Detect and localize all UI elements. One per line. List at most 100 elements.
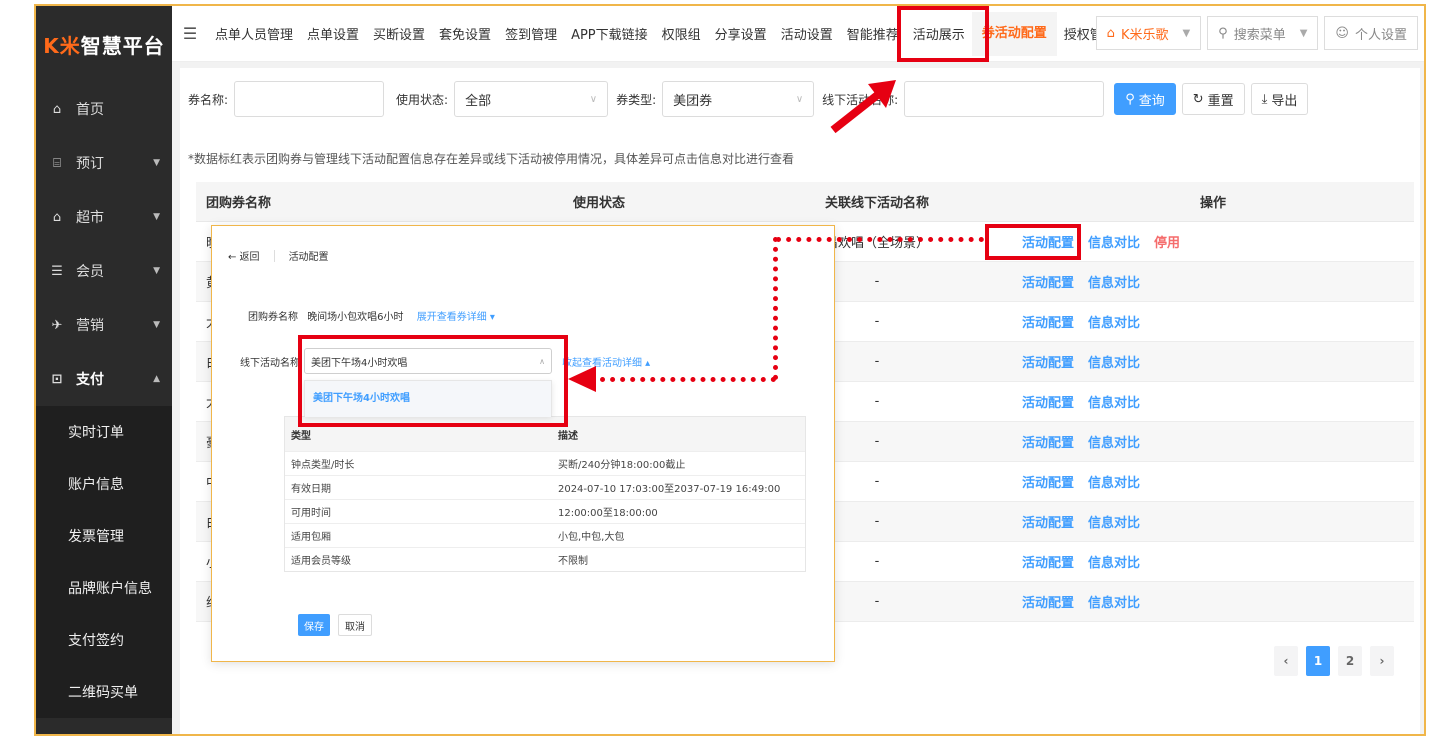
sidebar-subitem[interactable]: 实时订单 (36, 406, 172, 458)
dialog-title: 活动配置 (288, 252, 329, 263)
nav-link[interactable]: 套免设置 (432, 24, 498, 43)
activity-config-link[interactable]: 活动配置 (1022, 316, 1074, 331)
info-compare-link[interactable]: 信息对比 (1088, 396, 1140, 411)
status-select[interactable]: 全部 ∨ (454, 81, 609, 117)
nav-link[interactable]: 买断设置 (366, 24, 432, 43)
sidebar-subitem[interactable]: 二维码买单 (36, 666, 172, 718)
info-compare-link[interactable]: 信息对比 (1088, 476, 1140, 491)
back-link[interactable]: ← 返回 (228, 248, 260, 263)
detail-row: 有效日期 2024-07-10 17:03:00至2037-07-19 16:49… (285, 475, 805, 499)
header-actions: 操作 (1199, 196, 1226, 211)
coupon-type-select[interactable]: 美团券 ∨ (662, 81, 815, 117)
search-icon: ⚲ (1218, 25, 1228, 41)
nav-link[interactable]: 活动展示 (906, 24, 972, 43)
screen: K米 智慧平台 ⌂ 首页 ⌸ 预订 ▼ ⌂ 超市 ▼ ☰ 会员 ▼ ✈ 营销 ▼ ⊡ 支付 ▲ 实时订单 账户信息发… (0, 0, 1456, 744)
nav-link[interactable]: 点单设置 (300, 24, 366, 43)
nav-link[interactable]: APP下载链接 (564, 24, 655, 43)
sidebar-item[interactable]: ☰ 会员 ▼ (36, 244, 172, 298)
sidebar-subitem[interactable]: 品牌账户信息 (36, 562, 172, 614)
activity-config-link[interactable]: 活动配置 (1022, 516, 1074, 531)
refresh-icon: ↻ (1192, 91, 1204, 107)
detail-type: 有效日期 (291, 484, 331, 495)
nav-link[interactable]: 分享设置 (708, 24, 774, 43)
query-button[interactable]: ⚲ 查询 (1114, 83, 1176, 115)
activity-config-link[interactable]: 活动配置 (1022, 356, 1074, 371)
search-menu[interactable]: ⚲ 搜索菜单 ▼ (1207, 16, 1319, 50)
cart-icon: ⌂ (52, 209, 62, 225)
dotted-connector-vertical (773, 237, 778, 380)
page-2-button[interactable]: 2 (1338, 646, 1362, 676)
detail-row: 适用包厢 小包,中包,大包 (285, 523, 805, 547)
sidebar-subitem[interactable]: 发票管理 (36, 510, 172, 562)
sidebar-item[interactable]: ✈ 营销 ▼ (36, 298, 172, 352)
coupon-type-label: 券类型: (616, 92, 657, 107)
header-status: 使用状态 (572, 196, 625, 211)
status-label: 使用状态: (396, 92, 449, 107)
chevron-icon: ▼ (153, 158, 160, 168)
user-icon: ☺ (1335, 25, 1349, 41)
cell-actions: 活动配置 信息对比 停用 (1012, 232, 1414, 251)
home-icon: ⌂ (52, 101, 62, 117)
info-compare-link[interactable]: 信息对比 (1088, 276, 1140, 291)
sidebar-item[interactable]: ⌂ 超市 ▼ (36, 190, 172, 244)
sidebar-subitem[interactable]: 支付签约 (36, 614, 172, 666)
cell-actions: 活动配置 信息对比 (1012, 352, 1414, 371)
menu-toggle-icon[interactable]: ☰ (172, 24, 208, 43)
sidebar-subitem[interactable]: 账户信息 (36, 458, 172, 510)
logo-mark: K米 (43, 33, 81, 58)
caret-down-icon: ▼ (1182, 27, 1191, 39)
activity-name-input[interactable] (904, 81, 1105, 117)
save-button[interactable]: 保存 (298, 614, 330, 636)
detail-type: 适用包厢 (291, 532, 331, 543)
nav-link[interactable]: 点单人员管理 (208, 24, 300, 43)
info-compare-link[interactable]: 信息对比 (1088, 556, 1140, 571)
nav-link[interactable]: 权限组 (655, 24, 708, 43)
nav-link[interactable]: 智能推荐 (840, 24, 906, 43)
sidebar-item-label: 支付 (76, 372, 104, 388)
activity-config-link[interactable]: 活动配置 (1022, 236, 1074, 251)
info-compare-link[interactable]: 信息对比 (1088, 516, 1140, 531)
info-compare-link[interactable]: 信息对比 (1088, 436, 1140, 451)
store-selector[interactable]: ⌂ K米乐歌 ▼ (1095, 16, 1202, 50)
sidebar-item[interactable]: ⌂ 首页 (36, 82, 172, 136)
info-compare-link[interactable]: 信息对比 (1088, 596, 1140, 611)
info-compare-link[interactable]: 信息对比 (1088, 236, 1140, 251)
page-1-button[interactable]: 1 (1306, 646, 1330, 676)
dotted-connector-bottom (590, 377, 776, 382)
coupon-name-input[interactable] (234, 81, 385, 117)
activity-config-link[interactable]: 活动配置 (1022, 476, 1074, 491)
nav-link[interactable]: 签到管理 (498, 24, 564, 43)
expand-coupon-detail-link[interactable]: 展开查看券详细 ▾ (417, 312, 495, 323)
prev-page-button[interactable]: ‹ (1274, 646, 1298, 676)
disable-link[interactable]: 停用 (1154, 236, 1180, 251)
info-compare-link[interactable]: 信息对比 (1088, 316, 1140, 331)
personal-settings-button[interactable]: ☺ 个人设置 (1324, 16, 1418, 50)
sidebar-item[interactable]: ⊡ 支付 ▲ (36, 352, 172, 406)
activity-select-value: 美团下午场4小时欢唱 (311, 357, 408, 369)
cell-actions: 活动配置 信息对比 (1012, 592, 1414, 611)
info-compare-link[interactable]: 信息对比 (1088, 356, 1140, 371)
export-button[interactable]: ⤓ 导出 (1250, 83, 1309, 115)
detail-header-type: 类型 (291, 430, 311, 442)
nav-link[interactable]: 券活动配置 (971, 11, 1057, 56)
sidebar: K米 智慧平台 ⌂ 首页 ⌸ 预订 ▼ ⌂ 超市 ▼ ☰ 会员 ▼ ✈ 营销 ▼ ⊡ 支付 ▲ 实时订单 账户信息发… (36, 6, 172, 734)
cancel-button[interactable]: 取消 (338, 614, 372, 636)
query-label: 查询 (1138, 93, 1165, 109)
collapse-activity-detail-link[interactable]: 收起查看活动详细 ▴ (562, 354, 650, 369)
logo-text: 智慧平台 (80, 33, 165, 58)
reset-label: 重置 (1207, 93, 1234, 109)
activity-select[interactable]: 美团下午场4小时欢唱 ∧ (304, 348, 552, 374)
sidebar-item[interactable]: ⌸ 预订 ▼ (36, 136, 172, 190)
activity-config-link[interactable]: 活动配置 (1022, 436, 1074, 451)
header-coupon-name: 团购券名称 (206, 196, 272, 211)
next-page-button[interactable]: › (1370, 646, 1394, 676)
activity-config-link[interactable]: 活动配置 (1022, 596, 1074, 611)
chevron-up-icon: ∧ (539, 356, 545, 366)
reset-button[interactable]: ↻ 重置 (1181, 83, 1245, 115)
marketing-icon: ✈ (51, 317, 63, 333)
activity-option[interactable]: 美团下午场4小时欢唱 (305, 381, 551, 417)
activity-config-link[interactable]: 活动配置 (1022, 396, 1074, 411)
activity-config-link[interactable]: 活动配置 (1022, 276, 1074, 291)
nav-link[interactable]: 活动设置 (774, 24, 840, 43)
activity-config-link[interactable]: 活动配置 (1022, 556, 1074, 571)
